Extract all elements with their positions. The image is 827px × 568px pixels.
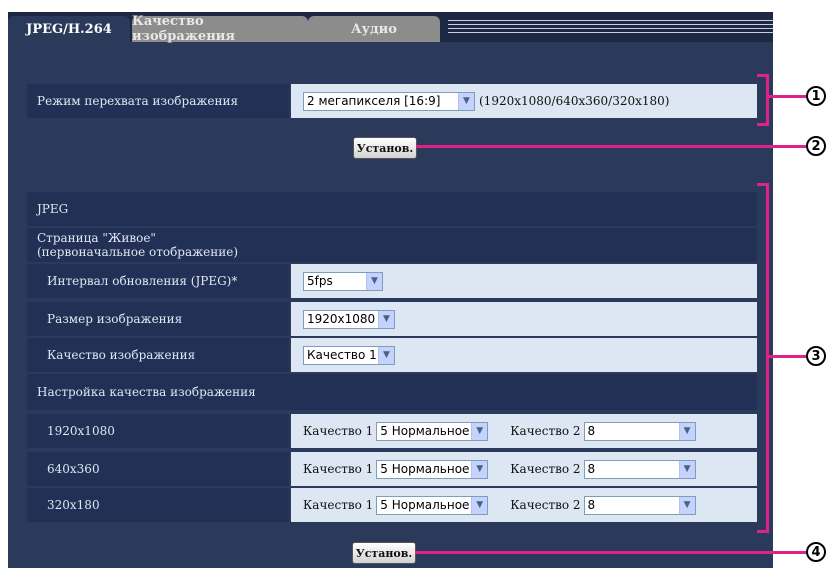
quality1-select-text: 5 Нормальное — [380, 462, 470, 476]
quality2-label: Качество 2 — [510, 462, 581, 476]
resolution-label: 640x360 — [27, 452, 289, 486]
chevron-down-icon: ▼ — [458, 92, 474, 110]
quality2-select-text: 8 — [587, 424, 596, 438]
image-size-label: Размер изображения — [27, 302, 289, 336]
capture-mode-label: Режим перехвата изображения — [27, 84, 289, 118]
quality2-select-text: 8 — [587, 462, 596, 476]
quality2-label: Качество 2 — [510, 424, 581, 438]
interval-value: 5fps ▼ — [291, 264, 757, 298]
quality2-label: Качество 2 — [510, 498, 581, 512]
quality2-select-text: 8 — [587, 498, 596, 512]
image-quality-label: Качество изображения — [27, 338, 289, 372]
quality1-label: Качество 1 — [303, 424, 374, 438]
quality1-select-text: 5 Нормальное — [380, 498, 470, 512]
set-button-top[interactable]: Установ. — [353, 137, 417, 159]
tab-audio[interactable]: Аудио — [308, 16, 440, 42]
capture-mode-select[interactable]: 2 мегапикселя [16:9] ▼ — [303, 91, 475, 111]
capture-mode-note: (1920x1080/640x360/320x180) — [479, 94, 670, 108]
callout-line — [769, 355, 807, 358]
callout-bracket — [757, 183, 769, 533]
quality1-select[interactable]: 5 Нормальное ▼ — [376, 459, 489, 479]
chevron-down-icon: ▼ — [471, 496, 488, 514]
tab-bar-line — [448, 32, 773, 33]
tab-image-quality[interactable]: Качество изображения — [132, 14, 308, 44]
quality-row: 640x360 Качество 1 5 Нормальное ▼ Качест… — [27, 452, 757, 486]
image-size-select[interactable]: 1920x1080 ▼ — [303, 309, 395, 329]
callout-line — [415, 551, 806, 554]
chevron-down-icon: ▼ — [471, 460, 488, 478]
quality-setting-label: Настройка качества изображения — [27, 374, 757, 410]
callout-bracket — [757, 74, 769, 126]
quality2-select[interactable]: 8 ▼ — [583, 495, 696, 515]
quality1-label: Качество 1 — [303, 462, 374, 476]
resolution-label: 320x180 — [27, 488, 289, 522]
quality1-select-text: 5 Нормальное — [380, 424, 470, 438]
interval-label: Интервал обновления (JPEG)* — [27, 264, 289, 298]
resolution-label: 1920x1080 — [27, 414, 289, 448]
tab-jpeg-h264[interactable]: JPEG/H.264 — [8, 16, 130, 42]
chevron-down-icon: ▼ — [378, 346, 394, 364]
chevron-down-icon: ▼ — [378, 310, 394, 328]
callout-3-icon: 3 — [806, 346, 826, 366]
jpeg-section-label: JPEG — [27, 192, 757, 226]
image-quality-select[interactable]: Качество 1 ▼ — [303, 345, 395, 365]
callout-line — [769, 95, 807, 98]
image-quality-row: Качество изображения Качество 1 ▼ — [27, 338, 757, 372]
quality-row-value: Качество 1 5 Нормальное ▼ Качество 2 8 ▼ — [291, 414, 757, 448]
quality-row-value: Качество 1 5 Нормальное ▼ Качество 2 8 ▼ — [291, 488, 757, 522]
image-quality-value: Качество 1 ▼ — [291, 338, 757, 372]
image-quality-select-text: Качество 1 — [307, 348, 377, 362]
image-size-row: Размер изображения 1920x1080 ▼ — [27, 302, 757, 336]
quality1-select[interactable]: 5 Нормальное ▼ — [376, 495, 489, 515]
chevron-down-icon: ▼ — [366, 272, 382, 290]
quality-row: 1920x1080 Качество 1 5 Нормальное ▼ Каче… — [27, 414, 757, 448]
tab-bar: JPEG/H.264 Качество изображения Аудио — [8, 12, 773, 44]
chevron-down-icon: ▼ — [678, 460, 695, 478]
set-button-bottom[interactable]: Установ. — [352, 542, 416, 564]
live-page-label-text: Страница "Живое" (первоначальное отображ… — [37, 231, 239, 259]
capture-mode-row: Режим перехвата изображения 2 мегапиксел… — [27, 84, 757, 118]
quality2-select[interactable]: 8 ▼ — [583, 421, 696, 441]
chevron-down-icon: ▼ — [471, 422, 488, 440]
tab-bar-line — [448, 28, 773, 29]
callout-1-icon: 1 — [806, 86, 826, 106]
quality2-select[interactable]: 8 ▼ — [583, 459, 696, 479]
quality1-label: Качество 1 — [303, 498, 374, 512]
quality-row: 320x180 Качество 1 5 Нормальное ▼ Качест… — [27, 488, 757, 522]
capture-mode-value: 2 мегапикселя [16:9] ▼ (1920x1080/640x36… — [291, 84, 757, 118]
image-size-value: 1920x1080 ▼ — [291, 302, 757, 336]
chevron-down-icon: ▼ — [678, 496, 695, 514]
quality1-select[interactable]: 5 Нормальное ▼ — [376, 421, 489, 441]
callout-4-icon: 4 — [806, 542, 826, 562]
interval-select[interactable]: 5fps ▼ — [303, 271, 383, 291]
live-page-label: Страница "Живое" (первоначальное отображ… — [27, 228, 757, 262]
capture-mode-select-text: 2 мегапикселя [16:9] — [307, 94, 441, 108]
tab-bar-line — [448, 24, 773, 25]
callout-line — [416, 145, 806, 148]
tab-bar-line — [448, 20, 773, 21]
image-size-select-text: 1920x1080 — [307, 312, 376, 326]
callout-2-icon: 2 — [806, 136, 826, 156]
chevron-down-icon: ▼ — [678, 422, 695, 440]
quality-row-value: Качество 1 5 Нормальное ▼ Качество 2 8 ▼ — [291, 452, 757, 486]
interval-select-text: 5fps — [307, 274, 333, 288]
interval-row: Интервал обновления (JPEG)* 5fps ▼ — [27, 264, 757, 298]
